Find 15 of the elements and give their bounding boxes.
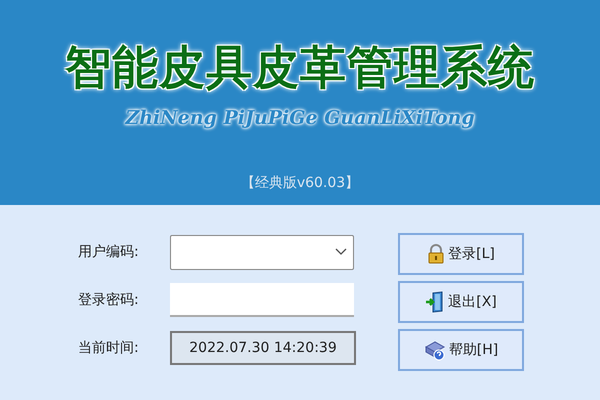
field-label: 当前时间: xyxy=(78,338,140,358)
user-code-dropdown[interactable] xyxy=(170,234,354,270)
door-icon xyxy=(425,291,446,313)
field-label: 登录密码: xyxy=(78,290,140,310)
app-title: 智能皮具皮革管理系统 xyxy=(65,44,535,90)
field-label: 用户编码: xyxy=(78,242,140,262)
book-icon xyxy=(424,339,446,361)
app-subtitle: ZhiNeng PiJuPiGe GuanLiXiTong xyxy=(125,106,475,132)
padlock-icon xyxy=(427,244,446,264)
help-button[interactable]: 帮助[H] xyxy=(398,329,524,371)
login-button[interactable]: 登录[L] xyxy=(398,233,524,275)
exit-button[interactable]: 退出[X] xyxy=(398,281,524,323)
time-display: 2022.07.30 14:20:39 xyxy=(170,331,356,365)
edition-label: 【经典版v60.03】 xyxy=(240,174,360,192)
password-field[interactable] xyxy=(170,283,354,317)
